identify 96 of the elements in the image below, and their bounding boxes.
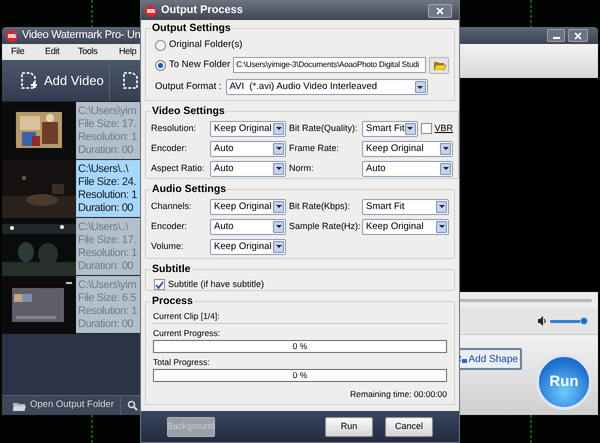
group-title: Subtitle [151,262,192,277]
app-logo-icon [5,28,19,42]
caret-glyph-icon [417,86,424,89]
caret-glyph-icon [438,205,444,208]
menu-item[interactable]: Tools [78,46,98,56]
dropdown[interactable]: Auto [362,160,454,177]
dropdown[interactable]: Keep Original [210,198,286,215]
field-label: Frame Rate: [289,142,340,155]
dropdown[interactable]: Smart Fit [362,198,449,215]
menu-item[interactable]: File [11,46,24,56]
field-label: Bit Rate(Kbps): [289,200,352,213]
video-info-text: File Size: 6.5 [78,292,137,304]
field-label: Channels: [151,200,193,213]
video-info-text: Duration: 00 [78,144,134,156]
field-label: Norm: [289,162,314,175]
menu-item[interactable]: Edit [45,46,60,56]
video-info-text: C:\Users\yim [78,278,138,292]
video-info-text: File Size: 24. [78,176,137,188]
dropdown[interactable]: AVI (*.avi) Audio Video Interleaved [226,79,428,96]
volume-slider[interactable] [550,317,588,325]
close-button[interactable] [568,29,588,42]
caret-glyph-icon [276,147,282,150]
field-label: Resolution: [151,122,198,135]
menu-item[interactable]: Help [119,46,136,56]
minimize-button[interactable] [547,29,565,42]
dropdown[interactable]: Auto [210,160,286,177]
caret-glyph-icon [438,225,444,228]
radio-label: To New Folder [169,58,230,72]
window-title: Video Watermark Pro- Un [22,28,140,44]
speaker-icon [537,316,546,326]
close-icon [436,6,444,14]
progress-text: 0 % [292,340,308,353]
app-logo-icon [144,4,158,18]
caret-glyph-icon [276,127,282,130]
dropdown[interactable]: Auto [210,218,286,235]
field-label: Aspect Ratio: [151,162,206,175]
dropdown[interactable]: Keep Original [210,238,286,255]
radio-button[interactable] [155,60,166,71]
field-label: Encoder: [151,220,188,233]
video-info-text: Resolution: 1 [78,246,138,260]
group-title: Video Settings [151,104,226,119]
video-info-text: Duration: 00 [78,202,134,214]
dropdown[interactable]: Keep Original [210,120,286,137]
group-title: Audio Settings [151,182,228,197]
progress-label: Total Progress: [153,356,211,369]
caret-glyph-icon [407,127,414,130]
dropdown[interactable]: Auto [210,140,286,157]
dropdown[interactable]: Smart Fit [362,120,418,137]
check-icon [155,280,164,288]
caret-glyph-icon [442,167,449,170]
add-file-icon [20,72,38,90]
checkbox-label: Subtitle (if have subtitle) [168,278,264,291]
radio-button[interactable] [155,40,166,51]
checkbox[interactable] [154,279,165,290]
video-info-text: Resolution: 1 [78,188,138,202]
search-icon [126,400,138,411]
folder-path-field[interactable]: C:\Users\yimige-3\Documents\AoaoPhoto Digital Studi [233,57,426,74]
video-info-text: File Size: 17. [78,234,137,246]
close-icon [574,32,582,40]
dialog-button[interactable]: Run [325,416,373,436]
caret-glyph-icon [276,167,282,170]
caret-glyph-icon [276,245,282,248]
group-title: Process [151,294,194,309]
clip-label: Current Clip [1/4]: [153,310,221,323]
video-info-text: File Size: 17. [78,118,137,130]
dialog-button[interactable]: Cancel [385,416,433,436]
radio-label: Original Folder(s) [169,38,242,52]
dropdown[interactable]: Keep Original [362,140,454,157]
video-info-text: Duration: 00 [78,260,134,272]
video-info-text: C:\Users\yim [78,104,138,118]
dialog-title: Output Process [161,3,243,18]
caret-glyph-icon [442,147,449,150]
dropdown[interactable]: Keep Original [362,218,449,235]
checkbox[interactable] [420,123,432,134]
video-list-item[interactable]: C:\Users\..\ File Size: 24. Resolution: 1 Duration: 00 [2,160,140,218]
progress-text: 0 % [292,368,308,382]
close-button[interactable] [428,4,452,18]
field-label: Output Format : [155,80,222,94]
field-label: Sample Rate(Hz): [289,220,359,233]
video-info-text: Resolution: 1 [78,304,138,318]
video-info-text: Resolution: 1 [78,130,138,144]
browse-folder-button[interactable] [429,56,449,74]
video-info-text: C:\Users\..\ [78,162,130,176]
file-icon [122,72,140,90]
folder-icon [432,60,446,70]
caret-glyph-icon [276,225,282,228]
remaining-time-text: Remaining time: 00:00:00 [350,388,447,400]
video-info-text: Duration: 00 [78,318,134,330]
field-label: Volume: [151,240,185,253]
field-label: Encoder: [151,142,188,155]
caret-glyph-icon [276,205,282,208]
progress-label: Current Progress: [153,326,222,340]
field-label: Bit Rate(Quality): [289,122,359,135]
checkbox-label: VBR [434,122,454,135]
video-info-text: C:\Users\..\ [78,220,130,234]
group-title: Output Settings [151,21,232,36]
